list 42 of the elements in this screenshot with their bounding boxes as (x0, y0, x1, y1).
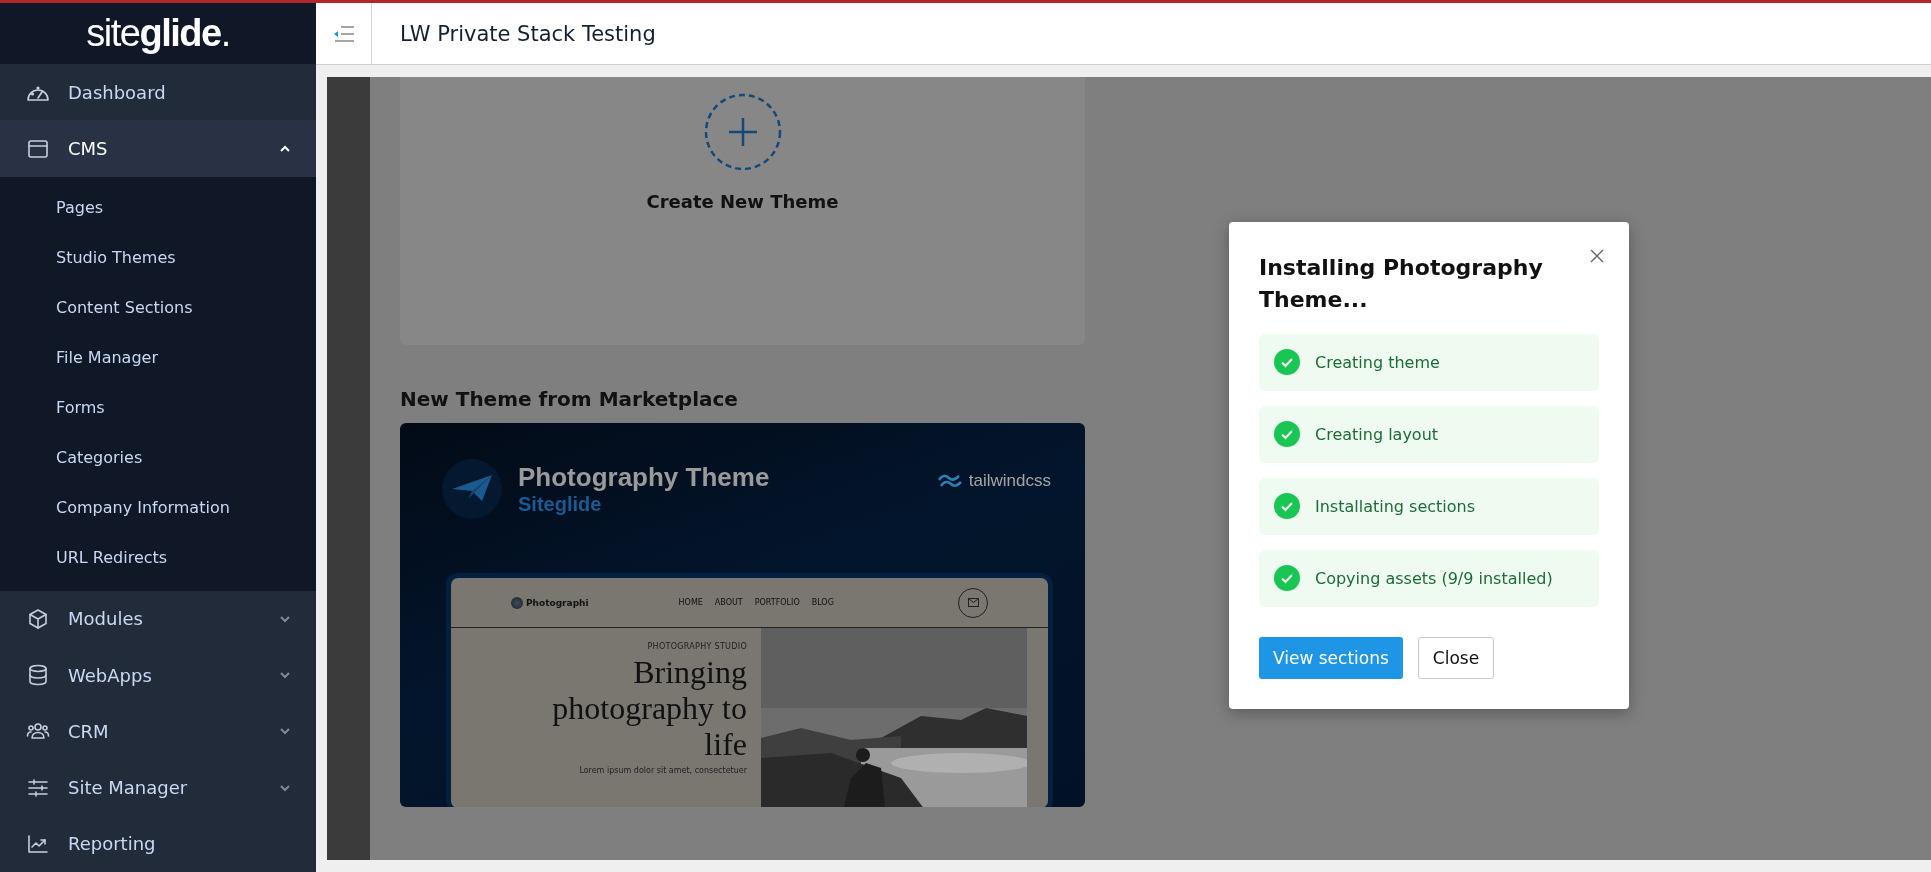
sidebar-item[interactable]: Dashboard (0, 64, 316, 121)
site-name: Photographi (526, 597, 589, 608)
progress-step: Creating theme (1259, 333, 1599, 391)
submenu-item[interactable]: Studio Themes (56, 248, 176, 268)
dialog-title: Installing Photography Theme... (1259, 254, 1544, 314)
progress-step: Copying assets (9/9 installed) (1259, 549, 1599, 607)
add-icon (703, 93, 782, 171)
sidebar-item[interactable]: Modules (0, 590, 316, 647)
sidebar-item[interactable]: Site Manager (0, 759, 316, 816)
theme-author: Siteglide (518, 493, 603, 516)
create-theme-card[interactable]: Create New Theme (400, 77, 1085, 345)
site-logo-icon (511, 596, 523, 609)
brand-name: tailwindcss (968, 471, 1051, 491)
section-heading: New Theme from Marketplace (400, 387, 739, 411)
sidebar-item[interactable]: WebApps (0, 646, 316, 704)
nav-link: ABOUT (714, 598, 743, 607)
eyebrow-text: PHOTOGRAPHY STUDIO (647, 642, 747, 651)
submenu-item[interactable]: File Manager (56, 348, 158, 368)
sidebar-item[interactable]: CRM (0, 703, 316, 760)
submenu-item[interactable]: Pages (56, 198, 104, 218)
progress-step: Creating layout (1259, 405, 1599, 463)
cube-icon (26, 606, 50, 631)
submenu-item[interactable]: Categories (56, 448, 143, 468)
wave-icon (936, 473, 963, 489)
database-icon (26, 663, 50, 688)
sidebar-item[interactable]: Reporting (0, 815, 316, 872)
nav-link: BLOG (811, 598, 834, 607)
nav-link: PORTFOLIO (754, 598, 800, 607)
submenu-item[interactable]: Forms (56, 398, 105, 418)
close-button[interactable]: Close (1417, 636, 1495, 679)
submenu-item[interactable]: Content Sections (56, 298, 193, 318)
theme-preview-card[interactable]: Photography Theme Siteglide tailwindcss Photographi HOME ABOUT PORTFOLIO BLOG PHOTOGRAPHY STUDIO Bringing photography to life Lorem ipsum dolor sit amet, consectetuer (400, 423, 1085, 807)
sidebar-item[interactable]: CMS (0, 120, 316, 177)
nav-link: HOME (678, 598, 703, 607)
submenu-item[interactable]: URL Redirects (56, 548, 168, 568)
hero-text: Lorem ipsum dolor sit amet, consectetuer (579, 766, 747, 776)
paper-plane-icon (442, 459, 502, 519)
theme-title: Photography Theme (518, 462, 770, 493)
submenu-item[interactable]: Company Information (56, 498, 230, 518)
hero-headline: Bringing photography to life (551, 655, 747, 763)
page-title: LW Private Stack Testing (400, 21, 656, 46)
progress-step: Installating sections (1259, 477, 1599, 535)
